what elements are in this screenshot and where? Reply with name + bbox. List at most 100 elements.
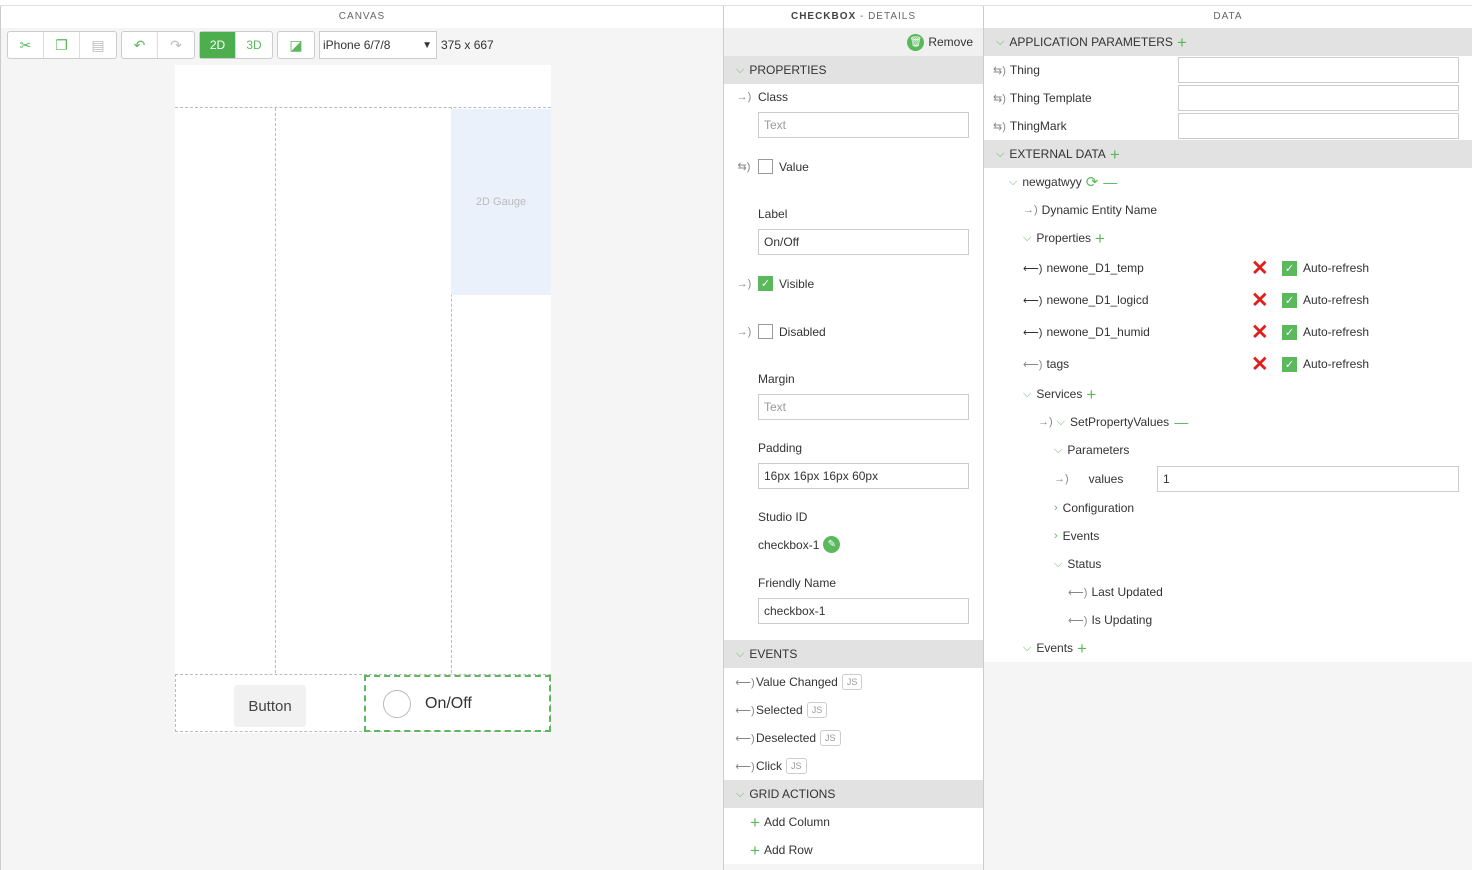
properties-node[interactable]: ⌵ Properties + xyxy=(984,224,1472,252)
paste-icon[interactable]: ▤ xyxy=(80,32,116,58)
redo-icon[interactable]: ↷ xyxy=(158,32,194,58)
status-node-label: Status xyxy=(1067,557,1102,571)
mode-3d-button[interactable]: 3D xyxy=(236,32,272,58)
bind-arrow-icon[interactable]: →) xyxy=(733,326,755,338)
event-arrow-icon: ⟵) xyxy=(735,704,755,717)
js-button[interactable]: JS xyxy=(786,758,807,774)
add-column-button[interactable]: + Add Column xyxy=(724,808,983,836)
visible-checkbox[interactable]: ✓ xyxy=(758,276,773,291)
class-input[interactable]: Text xyxy=(758,112,969,138)
gauge-widget[interactable]: 2D Gauge xyxy=(451,109,551,295)
js-button[interactable]: JS xyxy=(841,674,863,690)
bind-left-arrow-icon[interactable]: ⟵) xyxy=(1068,614,1087,627)
copy-icon[interactable]: ❐ xyxy=(44,32,80,58)
events-section-header[interactable]: ⌵ EVENTS xyxy=(724,640,983,668)
status-node[interactable]: ⌵ Status xyxy=(984,550,1472,578)
close-icon[interactable]: ✕ xyxy=(1251,354,1269,375)
mode-2d-button[interactable]: 2D xyxy=(200,32,236,58)
event-row[interactable]: ⟵) Selected JS xyxy=(724,696,983,724)
auto-refresh-toggle[interactable]: ✓ Auto-refresh xyxy=(1282,356,1369,372)
bind-arrow-icon[interactable]: →) xyxy=(1023,204,1038,216)
entity-events-node[interactable]: ⌵ Events + xyxy=(984,634,1472,662)
value-checkbox[interactable] xyxy=(758,159,773,174)
add-data-icon[interactable]: + xyxy=(1110,146,1120,163)
two-way-bind-icon[interactable]: ⇆) xyxy=(993,120,1006,133)
header-row[interactable] xyxy=(175,65,551,108)
grid-actions-section-header[interactable]: ⌵ GRID ACTIONS xyxy=(724,780,983,808)
entity-row[interactable]: ⌵ newgatwyy ⟳ — xyxy=(984,168,1472,196)
add-property-icon[interactable]: + xyxy=(1095,230,1105,247)
bind-arrow-icon[interactable]: →) xyxy=(733,91,755,103)
property-label: newone_D1_temp xyxy=(1046,261,1144,275)
two-way-bind-icon[interactable]: ⇆) xyxy=(993,92,1006,105)
refresh-icon[interactable]: ⟳ xyxy=(1086,173,1099,191)
cut-icon[interactable]: ✂ xyxy=(8,32,44,58)
auto-refresh-checkbox[interactable]: ✓ xyxy=(1282,292,1297,308)
js-button[interactable]: JS xyxy=(806,702,828,718)
bind-left-arrow-icon[interactable]: ⟵) xyxy=(1068,586,1087,599)
margin-input[interactable]: Text xyxy=(758,394,969,420)
app-params-section-header[interactable]: ⌵ APPLICATION PARAMETERS + xyxy=(984,28,1472,56)
close-icon[interactable]: ✕ xyxy=(1251,290,1269,311)
auto-refresh-toggle[interactable]: ✓ Auto-refresh xyxy=(1282,260,1369,276)
device-select[interactable]: iPhone 6/7/8 ▼ xyxy=(319,31,437,59)
events-node[interactable]: › Events xyxy=(984,522,1472,550)
configuration-node[interactable]: › Configuration xyxy=(984,494,1472,522)
event-row[interactable]: ⟵) Value Changed JS xyxy=(724,668,983,696)
remove-button[interactable]: Remove xyxy=(928,35,973,49)
bind-left-arrow-icon[interactable]: ⟵) xyxy=(1023,294,1042,307)
thing-template-input[interactable] xyxy=(1178,85,1459,111)
remove-service-icon[interactable]: — xyxy=(1174,414,1188,430)
bind-left-arrow-icon[interactable]: ⟵) xyxy=(1023,358,1042,371)
undo-icon[interactable]: ↶ xyxy=(122,32,158,58)
services-node[interactable]: ⌵ Services + xyxy=(984,380,1472,408)
parameters-node-label: Parameters xyxy=(1067,443,1130,457)
friendly-name-input[interactable]: checkbox-1 xyxy=(758,598,969,624)
add-row-button[interactable]: + Add Row xyxy=(724,836,983,864)
friendly-name-label: Friendly Name xyxy=(758,576,837,590)
auto-refresh-checkbox[interactable]: ✓ xyxy=(1282,324,1297,340)
add-service-icon[interactable]: + xyxy=(1086,386,1096,403)
event-row[interactable]: ⟵) Deselected JS xyxy=(724,724,983,752)
close-icon[interactable]: ✕ xyxy=(1251,258,1269,279)
app-param-row: ⇆) ThingMark xyxy=(984,112,1472,140)
auto-refresh-checkbox[interactable]: ✓ xyxy=(1282,260,1297,276)
add-param-icon[interactable]: + xyxy=(1177,34,1187,51)
disabled-checkbox[interactable] xyxy=(758,324,773,339)
remove-bar: 🗑 Remove xyxy=(724,28,983,56)
bind-left-arrow-icon[interactable]: ⟵) xyxy=(1023,262,1042,275)
trash-icon[interactable]: 🗑 xyxy=(907,33,925,51)
bind-arrow-icon[interactable]: →) xyxy=(1054,473,1069,485)
auto-refresh-toggle[interactable]: ✓ Auto-refresh xyxy=(1282,292,1369,308)
rotate-device-icon[interactable]: ◪ xyxy=(278,32,314,58)
external-data-section-header[interactable]: ⌵ EXTERNAL DATA + xyxy=(984,140,1472,168)
values-input[interactable]: 1 xyxy=(1157,466,1459,492)
close-icon[interactable]: ✕ xyxy=(1251,322,1269,343)
two-way-bind-icon[interactable]: ⇆) xyxy=(733,160,755,173)
auto-refresh-toggle[interactable]: ✓ Auto-refresh xyxy=(1282,324,1369,340)
js-button[interactable]: JS xyxy=(820,730,841,746)
checkbox-widget[interactable]: On/Off xyxy=(364,675,551,732)
label-input[interactable]: On/Off xyxy=(758,229,969,255)
remove-entity-icon[interactable]: — xyxy=(1103,174,1117,190)
two-way-bind-icon[interactable]: ⇆) xyxy=(993,64,1006,77)
button-widget[interactable]: Button xyxy=(234,685,306,727)
thingmark-input[interactable] xyxy=(1178,113,1459,139)
event-row[interactable]: ⟵) Click JS xyxy=(724,752,983,780)
bind-arrow-icon[interactable]: →) xyxy=(733,278,755,290)
parameters-node[interactable]: ⌵ Parameters xyxy=(984,436,1472,464)
bind-left-arrow-icon[interactable]: ⟵) xyxy=(1023,326,1042,339)
add-event-icon[interactable]: + xyxy=(1077,640,1087,657)
history-group: ↶ ↷ xyxy=(121,31,195,59)
service-row[interactable]: →) ⌵ SetPropertyValues — xyxy=(984,408,1472,436)
auto-refresh-checkbox[interactable]: ✓ xyxy=(1282,356,1297,372)
bind-arrow-icon[interactable]: →) xyxy=(1038,416,1053,428)
pencil-icon[interactable]: ✎ xyxy=(823,536,841,553)
thing-input[interactable] xyxy=(1178,57,1459,83)
grid-column-1[interactable] xyxy=(175,108,276,673)
chevron-down-icon: ▼ xyxy=(422,39,432,51)
padding-input[interactable]: 16px 16px 16px 60px xyxy=(758,463,969,489)
properties-section-header[interactable]: ⌵ PROPERTIES xyxy=(724,56,983,84)
property-label: newone_D1_logicd xyxy=(1046,293,1149,307)
grid-column-2[interactable] xyxy=(276,108,452,673)
